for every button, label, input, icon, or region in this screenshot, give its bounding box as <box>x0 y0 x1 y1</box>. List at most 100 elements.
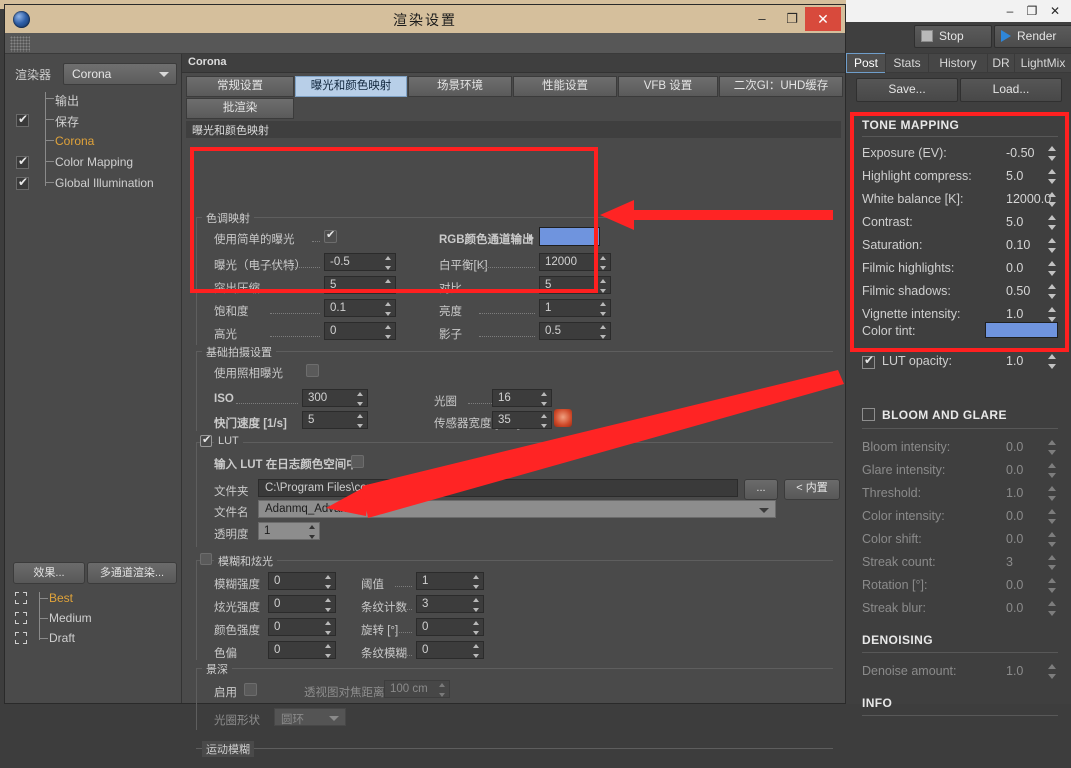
value-spinner[interactable]: 1 <box>416 572 484 590</box>
spinner-arrows-icon[interactable] <box>1048 353 1057 370</box>
value-spinner[interactable]: 3 <box>416 595 484 613</box>
sidebar-tree-item[interactable]: 保存 <box>5 111 181 131</box>
vfb-tab[interactable]: LightMix <box>1014 53 1071 73</box>
lut-browse-button[interactable]: ... <box>744 479 778 500</box>
vfb-field-value[interactable]: -0.50 <box>1006 146 1035 160</box>
spinner-arrows-icon[interactable] <box>1048 145 1057 162</box>
spinner-arrows-icon[interactable] <box>385 302 392 316</box>
vfb-field-value[interactable]: 0.0 <box>1006 463 1023 477</box>
dialog-minimize-button[interactable]: – <box>749 9 775 29</box>
value-spinner[interactable]: 5 <box>539 276 611 294</box>
value-spinner[interactable]: 0 <box>268 572 336 590</box>
spinner-arrows-icon[interactable] <box>541 414 548 428</box>
lut-enable-checkbox[interactable] <box>200 433 212 447</box>
lut-log-space-checkbox[interactable] <box>351 455 364 468</box>
value-spinner[interactable]: 0 <box>416 618 484 636</box>
render-preset-item[interactable]: Medium <box>5 608 181 628</box>
spinner-arrows-icon[interactable] <box>600 325 607 339</box>
render-button[interactable]: Render <box>994 25 1071 48</box>
value-spinner[interactable]: 0 <box>268 641 336 659</box>
value-spinner[interactable]: 12000 <box>539 253 611 271</box>
spinner-arrows-icon[interactable] <box>1048 260 1057 277</box>
value-spinner[interactable]: 0 <box>268 595 336 613</box>
bloom-glare-enable-checkbox[interactable] <box>862 408 875 421</box>
shutter-speed-spinner[interactable]: 5 <box>302 411 368 429</box>
value-spinner[interactable]: -0.5 <box>324 253 396 271</box>
dialog-maximize-button[interactable]: ❐ <box>779 9 805 29</box>
spinner-arrows-icon[interactable] <box>1048 554 1057 571</box>
renderer-dropdown[interactable]: Corona <box>63 63 177 85</box>
simple-exposure-checkbox[interactable] <box>324 228 337 243</box>
content-tab[interactable]: 二次GI：UHD缓存 <box>719 76 843 97</box>
spinner-arrows-icon[interactable] <box>473 598 480 612</box>
vfb-field-value[interactable]: 0.0 <box>1006 601 1023 615</box>
render-preset-item[interactable]: Draft <box>5 628 181 648</box>
toolbar-drag-grip[interactable] <box>10 36 30 52</box>
iso-spinner[interactable]: 300 <box>302 389 368 407</box>
value-spinner[interactable]: 1 <box>539 299 611 317</box>
vfb-tab[interactable]: Stats <box>885 53 929 73</box>
content-tab[interactable]: VFB 设置 <box>618 76 718 97</box>
spinner-arrows-icon[interactable] <box>309 525 316 539</box>
vfb-tab[interactable]: DR <box>987 53 1015 73</box>
tree-item-checkbox[interactable] <box>16 175 29 190</box>
vfb-field-value[interactable]: 0.0 <box>1006 532 1023 546</box>
dof-focus-distance-spinner[interactable]: 100 cm <box>384 680 450 698</box>
spinner-arrows-icon[interactable] <box>1048 214 1057 231</box>
camera-preset-icon[interactable] <box>554 409 572 427</box>
spinner-arrows-icon[interactable] <box>1048 577 1057 594</box>
lut-builtin-button[interactable]: < 内置 <box>784 479 840 500</box>
value-spinner[interactable]: 0 <box>268 618 336 636</box>
load-preset-button[interactable]: Load... <box>960 78 1062 102</box>
multipass-render-button[interactable]: 多通道渲染... <box>87 562 177 584</box>
value-spinner[interactable]: 0.5 <box>539 322 611 340</box>
vfb-field-value[interactable]: 1.0 <box>1006 664 1023 678</box>
vfb-field-value[interactable]: 3 <box>1006 555 1013 569</box>
lut-opacity-checkbox[interactable] <box>862 353 875 369</box>
outer-window-maximize-button[interactable]: ❐ <box>1022 2 1042 20</box>
vfb-field-value[interactable]: 0.50 <box>1006 284 1030 298</box>
vfb-tab[interactable]: Post <box>846 53 886 73</box>
bloom-glare-enable-checkbox[interactable] <box>200 553 212 565</box>
vfb-field-value[interactable]: 0.0 <box>1006 509 1023 523</box>
effects-button[interactable]: 效果... <box>13 562 85 584</box>
stop-button[interactable]: Stop <box>914 25 992 48</box>
spinner-arrows-icon[interactable] <box>385 256 392 270</box>
vfb-field-value[interactable]: 5.0 <box>1006 169 1023 183</box>
spinner-arrows-icon[interactable] <box>600 279 607 293</box>
spinner-arrows-icon[interactable] <box>1048 283 1057 300</box>
spinner-arrows-icon[interactable] <box>325 621 332 635</box>
spinner-arrows-icon[interactable] <box>325 644 332 658</box>
spinner-arrows-icon[interactable] <box>325 598 332 612</box>
spinner-arrows-icon[interactable] <box>1048 462 1057 479</box>
spinner-arrows-icon[interactable] <box>325 575 332 589</box>
save-preset-button[interactable]: Save... <box>856 78 958 102</box>
dialog-close-button[interactable]: ✕ <box>805 7 841 31</box>
sensor-width-spinner[interactable]: 35 <box>492 411 552 429</box>
spinner-arrows-icon[interactable] <box>1048 485 1057 502</box>
content-tab[interactable]: 批渲染 <box>186 98 294 119</box>
value-spinner[interactable]: 0.1 <box>324 299 396 317</box>
spinner-arrows-icon[interactable] <box>1048 439 1057 456</box>
vfb-field-value[interactable]: 0.0 <box>1006 578 1023 592</box>
value-spinner[interactable]: 0 <box>416 641 484 659</box>
spinner-arrows-icon[interactable] <box>473 575 480 589</box>
content-tab[interactable]: 曝光和颜色映射 <box>295 76 407 97</box>
spinner-arrows-icon[interactable] <box>473 644 480 658</box>
vfb-field-value[interactable]: 5.0 <box>1006 215 1023 229</box>
spinner-arrows-icon[interactable] <box>473 621 480 635</box>
spinner-arrows-icon[interactable] <box>385 279 392 293</box>
lut-folder-input[interactable]: C:\Program Files\corona\lut <box>258 479 738 497</box>
vfb-field-value[interactable]: 0.10 <box>1006 238 1030 252</box>
spinner-arrows-icon[interactable] <box>1048 663 1057 680</box>
spinner-arrows-icon[interactable] <box>1048 508 1057 525</box>
spinner-arrows-icon[interactable] <box>1048 168 1057 185</box>
tree-item-checkbox[interactable] <box>16 112 29 127</box>
aperture-shape-dropdown[interactable]: 圆环 <box>274 708 346 726</box>
rgb-output-color-swatch[interactable] <box>539 227 600 246</box>
vfb-field-value[interactable]: 0.0 <box>1006 261 1023 275</box>
outer-window-minimize-button[interactable]: – <box>1000 2 1020 20</box>
tree-item-checkbox[interactable] <box>16 154 29 169</box>
content-tab[interactable]: 常规设置 <box>186 76 294 97</box>
spinner-arrows-icon[interactable] <box>1048 531 1057 548</box>
